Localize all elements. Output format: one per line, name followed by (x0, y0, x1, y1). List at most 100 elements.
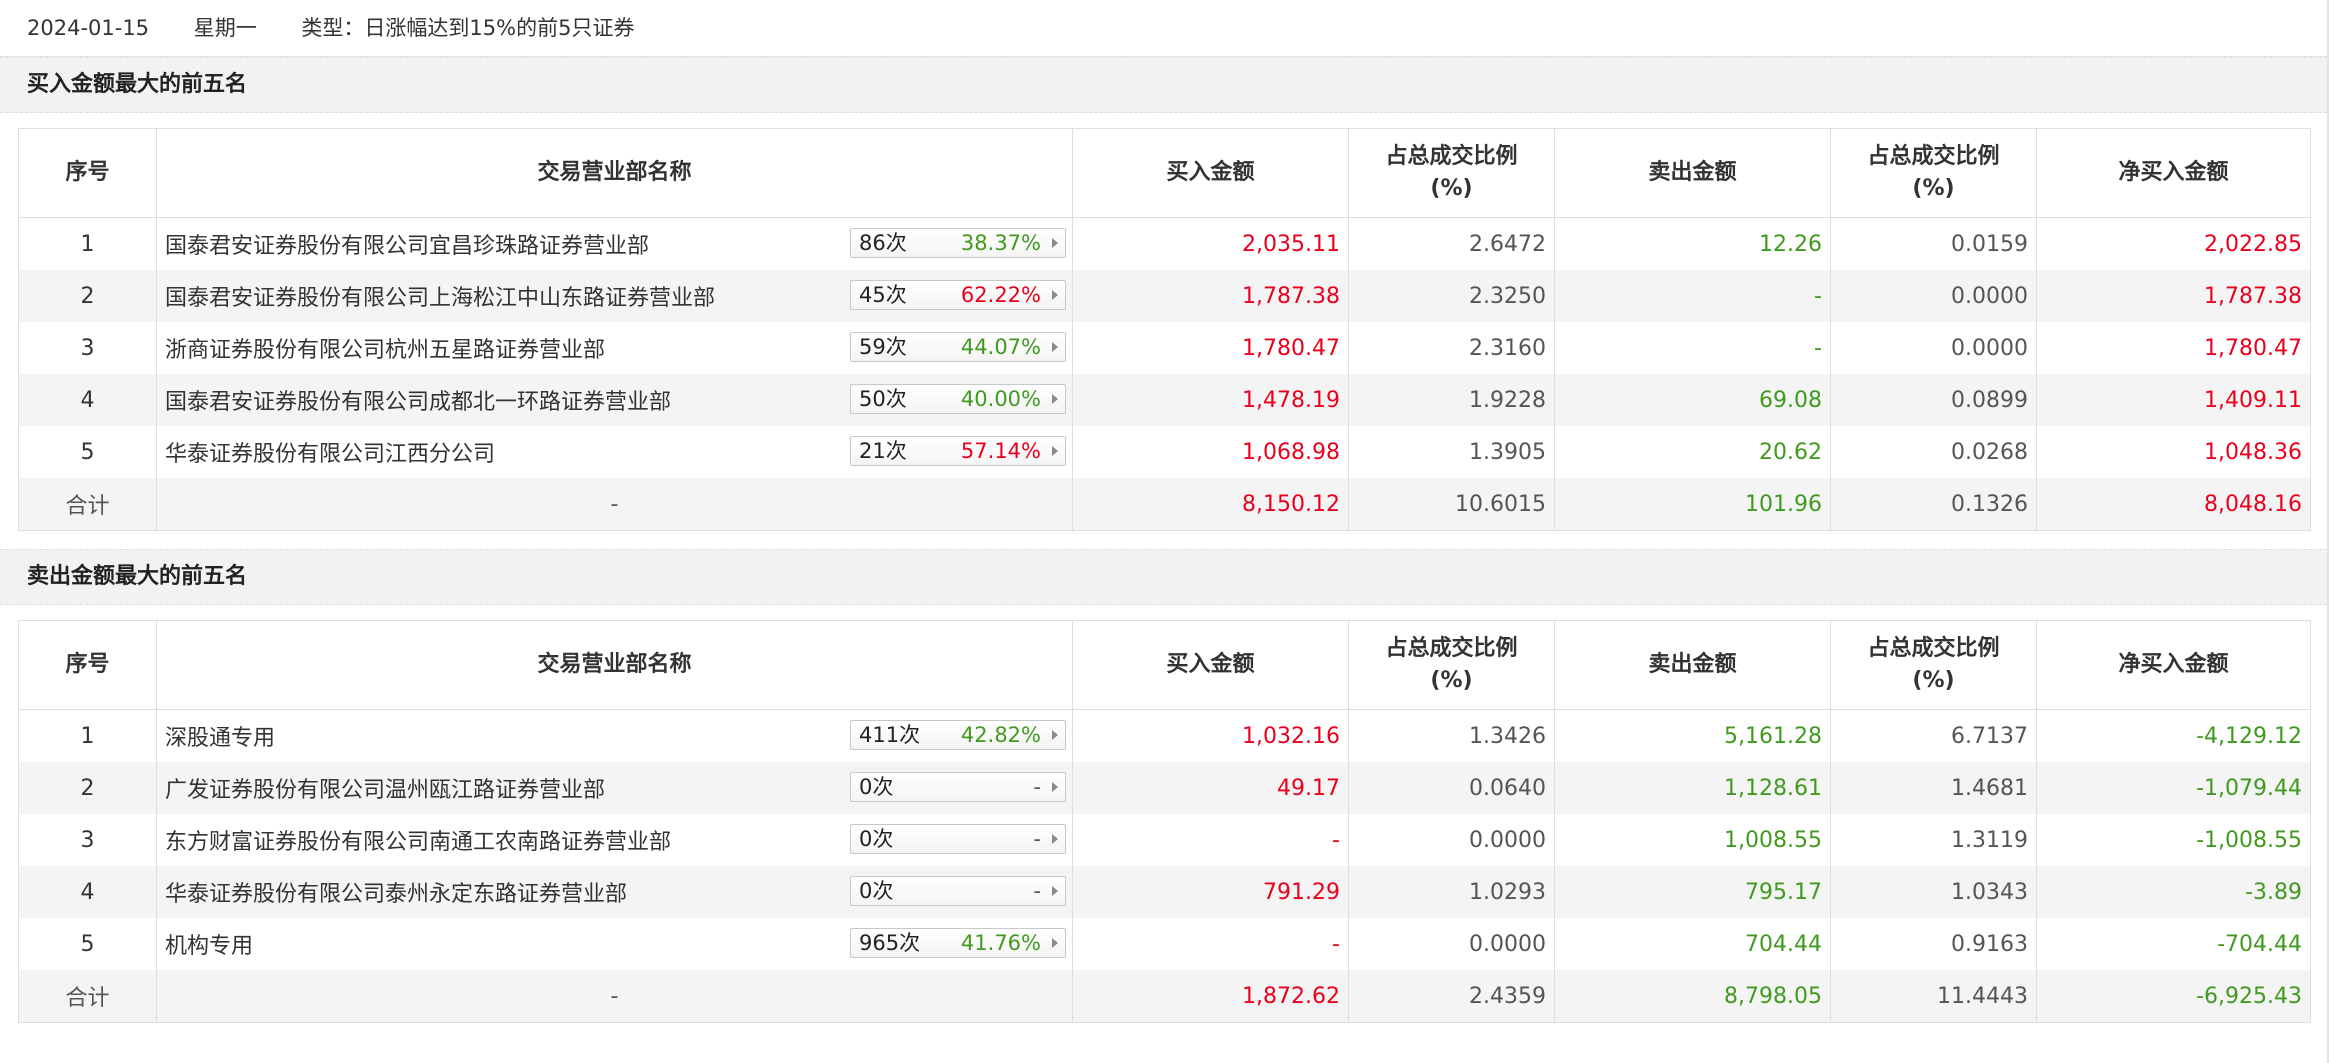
total-buy-ratio: 2.4359 (1348, 970, 1555, 1023)
branch-name[interactable]: 华泰证券股份有限公司泰州永定东路证券营业部 (165, 876, 627, 908)
table-row: 1 国泰君安证券股份有限公司宜昌珍珠路证券营业部 86次 38.37% 2,035.11… (18, 217, 2311, 270)
sell-amount-cell: 1,008.55 (1554, 814, 1831, 866)
branch-cell: 国泰君安证券股份有限公司成都北一环路证券营业部 50次 40.00% (156, 374, 1073, 426)
caret-right-icon (1052, 730, 1058, 740)
branch-name[interactable]: 国泰君安证券股份有限公司宜昌珍珠路证券营业部 (165, 228, 649, 260)
branch-name[interactable]: 华泰证券股份有限公司江西分公司 (165, 436, 495, 468)
rank-stats-button[interactable]: 0次 - (850, 876, 1066, 906)
rank-count: 21次 (859, 439, 907, 463)
net-amount-cell: -1,079.44 (2036, 762, 2311, 814)
col-buy-ratio-header-label: 占总成交比例 (1385, 144, 1518, 169)
rank-percent: 44.07% (960, 335, 1041, 359)
caret-right-icon (1052, 938, 1058, 948)
col-sell-ratio-header-unit: (%) (1912, 176, 1955, 201)
buy-amount-cell: 1,787.38 (1072, 270, 1349, 322)
info-bar: 2024-01-15 星期一 类型：日涨幅达到15%的前5只证券 (0, 0, 2327, 57)
header-row: 序号 交易营业部名称 买入金额 占总成交比例 (%) 卖出金额 占总成交比例 (%) 净买入金额 (18, 128, 2311, 218)
table-row: 2 广发证券股份有限公司温州瓯江路证券营业部 0次 - 49.17 0.0640 1,128… (18, 762, 2311, 814)
sell-ratio-cell: 0.0159 (1830, 217, 2037, 270)
table-row: 1 深股通专用 411次 42.82% 1,032.16 1.3426 5,161.28 6.… (18, 709, 2311, 762)
rank-percent: - (1033, 827, 1041, 851)
sell-amount-cell: 5,161.28 (1554, 709, 1831, 762)
branch-name[interactable]: 浙商证券股份有限公司杭州五星路证券营业部 (165, 332, 605, 364)
branch-cell: 东方财富证券股份有限公司南通工农南路证券营业部 0次 - (156, 814, 1073, 866)
top-buyers-table: 序号 交易营业部名称 买入金额 占总成交比例 (%) 卖出金额 占总成交比例 (%) 净买入金额… (18, 128, 2311, 531)
rank-percent: 62.22% (960, 283, 1041, 307)
branch-name[interactable]: 东方财富证券股份有限公司南通工农南路证券营业部 (165, 824, 671, 856)
branch-name[interactable]: 广发证券股份有限公司温州瓯江路证券营业部 (165, 772, 605, 804)
rank-stats-button[interactable]: 50次 40.00% (850, 384, 1066, 414)
caret-right-icon (1052, 834, 1058, 844)
total-sell: 101.96 (1554, 478, 1831, 531)
seq-cell: 1 (18, 217, 157, 270)
buy-ratio-cell: 0.0000 (1348, 814, 1555, 866)
buy-amount-cell: 1,780.47 (1072, 322, 1349, 374)
rank-percent: 40.00% (960, 387, 1041, 411)
caret-right-icon (1052, 782, 1058, 792)
sell-ratio-cell: 0.9163 (1830, 918, 2037, 970)
buy-amount-cell: 1,478.19 (1072, 374, 1349, 426)
col-buy-ratio-header-label: 占总成交比例 (1385, 636, 1518, 661)
total-label: 合计 (18, 970, 157, 1023)
top-sellers-table: 序号 交易营业部名称 买入金额 占总成交比例 (%) 卖出金额 占总成交比例 (%) 净买入金额… (18, 620, 2311, 1023)
branch-name[interactable]: 深股通专用 (165, 720, 275, 752)
col-sell-ratio-header-label: 占总成交比例 (1867, 144, 2000, 169)
caret-right-icon (1052, 886, 1058, 896)
rank-stats-button[interactable]: 411次 42.82% (850, 720, 1066, 750)
total-buy: 8,150.12 (1072, 478, 1349, 531)
table-row: 5 华泰证券股份有限公司江西分公司 21次 57.14% 1,068.98 1.3905 2… (18, 426, 2311, 478)
sell-ratio-cell: 1.0343 (1830, 866, 2037, 918)
col-name-header: 交易营业部名称 (156, 620, 1073, 710)
rank-stats-button[interactable]: 45次 62.22% (850, 280, 1066, 310)
sell-amount-cell: 69.08 (1554, 374, 1831, 426)
sell-amount-cell: - (1554, 270, 1831, 322)
seq-cell: 2 (18, 762, 157, 814)
rank-stats-button[interactable]: 59次 44.07% (850, 332, 1066, 362)
type-text: 类型：日涨幅达到15%的前5只证券 (301, 16, 635, 40)
rank-count: 965次 (859, 931, 921, 955)
net-amount-cell: 1,780.47 (2036, 322, 2311, 374)
sell-amount-cell: 795.17 (1554, 866, 1831, 918)
seq-cell: 3 (18, 322, 157, 374)
branch-cell: 深股通专用 411次 42.82% (156, 709, 1073, 762)
sell-ratio-cell: 0.0000 (1830, 322, 2037, 374)
buy-amount-cell: 2,035.11 (1072, 217, 1349, 270)
branch-name[interactable]: 机构专用 (165, 928, 253, 960)
caret-right-icon (1052, 342, 1058, 352)
rank-count: 50次 (859, 387, 907, 411)
rank-stats-button[interactable]: 86次 38.37% (850, 228, 1066, 258)
buy-ratio-cell: 2.6472 (1348, 217, 1555, 270)
seq-cell: 5 (18, 918, 157, 970)
branch-cell: 国泰君安证券股份有限公司宜昌珍珠路证券营业部 86次 38.37% (156, 217, 1073, 270)
seq-cell: 4 (18, 374, 157, 426)
rank-percent: 42.82% (960, 723, 1041, 747)
buy-ratio-cell: 2.3160 (1348, 322, 1555, 374)
net-amount-cell: 1,048.36 (2036, 426, 2311, 478)
total-net: -6,925.43 (2036, 970, 2311, 1023)
rank-stats-button[interactable]: 965次 41.76% (850, 928, 1066, 958)
rank-stats-button[interactable]: 21次 57.14% (850, 436, 1066, 466)
rank-count: 0次 (859, 827, 894, 851)
rank-percent: 38.37% (960, 231, 1041, 255)
rank-stats-button[interactable]: 0次 - (850, 824, 1066, 854)
col-name-header: 交易营业部名称 (156, 128, 1073, 218)
rank-percent: - (1033, 879, 1041, 903)
total-row: 合计 -8,150.12 10.6015 101.96 0.1326 8,048.16 (18, 478, 2311, 531)
branch-name[interactable]: 国泰君安证券股份有限公司成都北一环路证券营业部 (165, 384, 671, 416)
buy-amount-cell: - (1072, 918, 1349, 970)
buy-amount-cell: 1,068.98 (1072, 426, 1349, 478)
sell-ratio-cell: 6.7137 (1830, 709, 2037, 762)
rank-percent: - (1033, 775, 1041, 799)
rank-count: 411次 (859, 723, 921, 747)
rank-stats-button[interactable]: 0次 - (850, 772, 1066, 802)
table-wrapper: 序号 交易营业部名称 买入金额 占总成交比例 (%) 卖出金额 占总成交比例 (%) 净买入金额… (0, 113, 2327, 549)
col-sell-header-label: 卖出金额 (1648, 652, 1737, 677)
table-row: 4 国泰君安证券股份有限公司成都北一环路证券营业部 50次 40.00% 1,478.1… (18, 374, 2311, 426)
col-net-header-label: 净买入金额 (2118, 160, 2229, 185)
section-title: 买入金额最大的前五名 (0, 57, 2327, 113)
seq-cell: 2 (18, 270, 157, 322)
seq-cell: 5 (18, 426, 157, 478)
rank-percent: 57.14% (960, 439, 1041, 463)
branch-name[interactable]: 国泰君安证券股份有限公司上海松江中山东路证券营业部 (165, 280, 715, 312)
col-seq-header-label: 序号 (65, 652, 110, 677)
